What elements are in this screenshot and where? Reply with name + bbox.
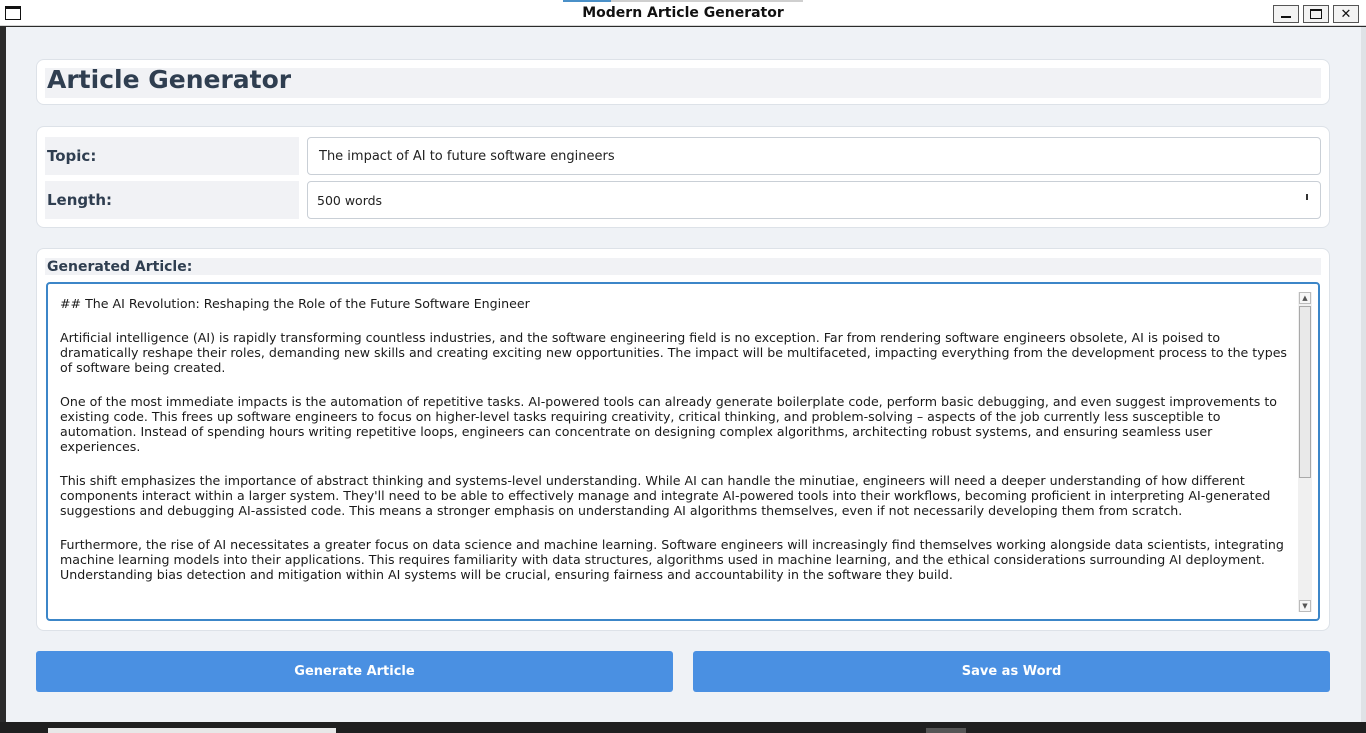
- article-paragraph: One of the most immediate impacts is the…: [60, 394, 1277, 454]
- page-title: Article Generator: [47, 65, 292, 94]
- header-card: Article Generator: [36, 59, 1330, 105]
- scroll-down-arrow-icon[interactable]: ▼: [1299, 600, 1311, 612]
- length-select[interactable]: 500 words: [307, 181, 1321, 219]
- article-textarea[interactable]: ## The AI Revolution: Reshaping the Role…: [46, 282, 1320, 621]
- window-title: Modern Article Generator: [582, 5, 784, 21]
- topic-label: Topic:: [45, 137, 299, 175]
- article-text: ## The AI Revolution: Reshaping the Role…: [60, 296, 1292, 601]
- app-client-area: Article Generator Topic: The impact of A…: [6, 27, 1361, 722]
- article-paragraph: This shift emphasizes the importance of …: [60, 473, 1271, 518]
- length-value: 500 words: [317, 193, 383, 208]
- maximize-icon: [1310, 9, 1322, 19]
- close-icon: ✕: [1340, 6, 1352, 22]
- article-paragraph: Artificial intelligence (AI) is rapidly …: [60, 330, 1287, 375]
- article-label-background: [45, 258, 1321, 275]
- taskbar-item[interactable]: [48, 728, 336, 733]
- article-card: Generated Article: ## The AI Revolution:…: [36, 248, 1330, 631]
- save-as-word-button[interactable]: Save as Word: [693, 651, 1330, 692]
- length-spinner-icon[interactable]: [1306, 194, 1308, 200]
- close-button[interactable]: ✕: [1333, 5, 1359, 23]
- taskbar-strip: [0, 722, 1366, 733]
- maximize-button[interactable]: [1303, 5, 1329, 23]
- titlebar-accent: [563, 0, 611, 2]
- input-form-card: Topic: The impact of AI to future softwa…: [36, 126, 1330, 228]
- article-paragraph: ## The AI Revolution: Reshaping the Role…: [60, 296, 530, 311]
- scroll-thumb[interactable]: [1299, 306, 1311, 478]
- window-titlebar: Modern Article Generator ✕: [0, 0, 1366, 26]
- generate-article-button[interactable]: Generate Article: [36, 651, 673, 692]
- window-right-edge: [1361, 27, 1366, 722]
- minimize-icon: [1281, 16, 1291, 18]
- article-paragraph: Furthermore, the rise of AI necessitates…: [60, 537, 1284, 582]
- length-label: Length:: [45, 181, 299, 219]
- article-scrollbar[interactable]: ▲ ▼: [1298, 292, 1312, 612]
- taskbar-item[interactable]: [926, 728, 966, 733]
- article-label: Generated Article:: [47, 259, 193, 275]
- scroll-up-arrow-icon[interactable]: ▲: [1299, 292, 1311, 304]
- topic-input[interactable]: The impact of AI to future software engi…: [307, 137, 1321, 175]
- minimize-button[interactable]: [1273, 5, 1299, 23]
- titlebar-accent-secondary: [611, 0, 803, 2]
